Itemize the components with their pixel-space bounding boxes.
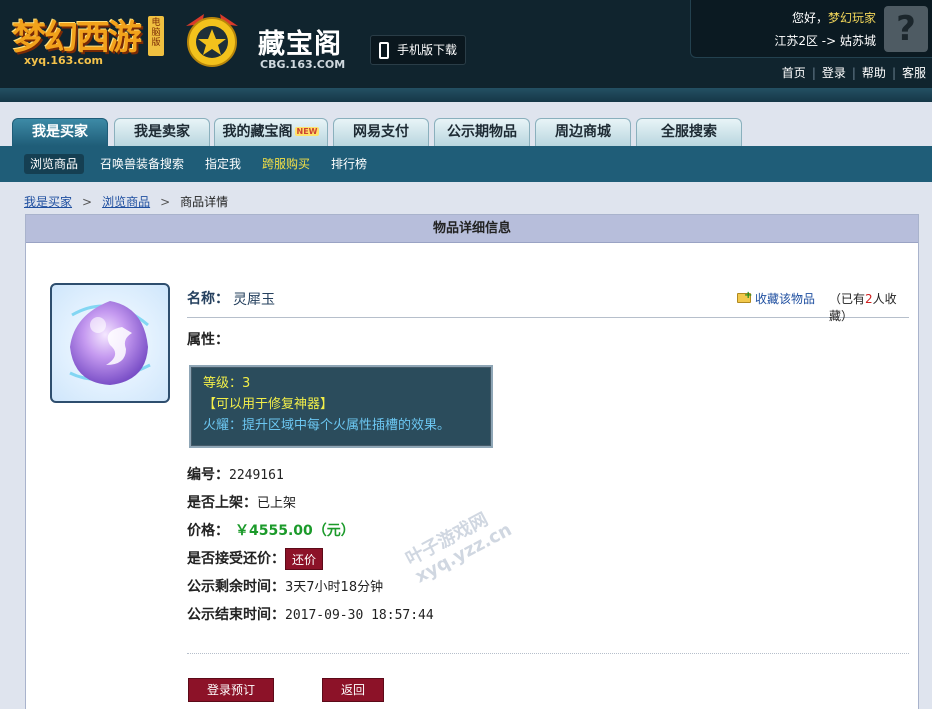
price-row: 价格： ￥4555.00（元）	[187, 520, 355, 540]
back-button[interactable]: 返回	[322, 678, 384, 702]
game-logo[interactable]: 梦幻西游 电脑版 xyq.163.com	[12, 8, 168, 70]
avatar[interactable]: ?	[884, 6, 928, 52]
price-value: ￥4555.00（元）	[235, 523, 355, 539]
tab-netease-pay[interactable]: 网易支付	[333, 118, 429, 146]
game-logo-text: 梦幻西游	[12, 18, 142, 58]
breadcrumb-current: 商品详情	[180, 195, 229, 209]
tab-my-cbg-label: 我的藏宝阁	[222, 124, 293, 140]
phone-icon	[379, 42, 389, 59]
attributes-label: 属性：	[187, 332, 229, 348]
item-name-label: 名称：	[187, 291, 229, 307]
end-time-value: 2017-09-30 18:57:44	[285, 608, 434, 623]
listed-label: 是否上架：	[187, 495, 257, 511]
greeting: 您好，梦幻玩家	[792, 9, 876, 26]
site-header: 梦幻西游 电脑版 xyq.163.com 藏宝阁 CBG.163.COM 手机版…	[0, 0, 932, 102]
subnav-assigned-to-me[interactable]: 指定我	[199, 154, 247, 174]
favorite-link-label: 收藏该物品	[755, 292, 816, 306]
remaining-time-value: 3天7小时18分钟	[285, 580, 384, 595]
mobile-download-button[interactable]: 手机版下载	[370, 35, 466, 65]
home-link[interactable]: 首页	[776, 66, 812, 80]
cbg-logo-domain: CBG.163.COM	[260, 58, 346, 71]
breadcrumb-arrow: >	[160, 195, 171, 209]
end-time-label: 公示结束时间：	[187, 607, 285, 623]
favorite-count: （已有2人收藏）	[829, 290, 909, 324]
tab-public-items[interactable]: 公示期物品	[434, 118, 530, 146]
subnav-pet-equip-search[interactable]: 召唤兽装备搜索	[94, 154, 190, 174]
login-link[interactable]: 登录	[816, 66, 852, 80]
attr-special: 【可以用于修复神器】	[203, 397, 334, 412]
item-id-value: 2249161	[229, 468, 284, 483]
service-link[interactable]: 客服	[896, 66, 932, 80]
attr-effect: 火耀：提升区域中每个火属性插槽的效果。	[203, 418, 451, 433]
sub-nav: 浏览商品 召唤兽装备搜索 指定我 跨服购买 排行榜	[0, 146, 932, 182]
favorite-count-number: 2	[865, 292, 873, 306]
user-panel: 您好，梦幻玩家 江苏2区 -> 姑苏城 ?	[690, 0, 932, 58]
favorite-folder-icon	[737, 290, 752, 303]
tab-seller[interactable]: 我是卖家	[114, 118, 210, 146]
listed-row: 是否上架：已上架	[187, 492, 296, 512]
breadcrumb: 我是买家 > 浏览商品 > 商品详情	[24, 193, 228, 210]
game-logo-badge: 电脑版	[148, 16, 164, 56]
item-name-row: 名称： 灵犀玉 收藏该物品 （已有2人收藏）	[187, 288, 909, 323]
subnav-ranking[interactable]: 排行榜	[325, 154, 373, 174]
username-link[interactable]: 梦幻玩家	[828, 11, 876, 25]
subnav-browse[interactable]: 浏览商品	[24, 154, 85, 174]
bargain-label: 是否接受还价：	[187, 551, 285, 567]
new-badge: NEW	[294, 127, 320, 136]
jade-item-icon	[69, 301, 151, 385]
top-links: 首页 | 登录 | 帮助 | 客服	[776, 64, 932, 81]
item-detail-panel: 物品详细信息 名称： 灵犀玉 收藏该物品 （已有2人收藏） 属性： 等级：3 【…	[25, 214, 919, 709]
listed-value: 已上架	[257, 496, 297, 511]
tab-global-search[interactable]: 全服搜索	[636, 118, 742, 146]
login-preorder-button[interactable]: 登录预订	[188, 678, 274, 702]
favorite-count-prefix: （已有	[829, 292, 866, 306]
bargain-row: 是否接受还价： 还价	[187, 548, 324, 570]
breadcrumb-buyer[interactable]: 我是买家	[24, 195, 72, 209]
greeting-prefix: 您好，	[791, 11, 828, 25]
end-time-row: 公示结束时间：2017-09-30 18:57:44	[187, 604, 434, 624]
subnav-cross-server[interactable]: 跨服购买	[256, 154, 316, 174]
tab-my-cbg[interactable]: 我的藏宝阁 NEW	[214, 118, 328, 146]
attr-level: 等级：3	[203, 376, 251, 391]
cbg-logo-name: 藏宝阁	[258, 29, 342, 60]
cbg-logo[interactable]: 藏宝阁 CBG.163.COM	[178, 8, 358, 71]
breadcrumb-browse[interactable]: 浏览商品	[102, 195, 150, 209]
watermark: 叶子游戏网 xyq.yzz.cn	[402, 502, 515, 587]
item-image	[50, 283, 170, 403]
game-logo-url: xyq.163.com	[24, 54, 103, 67]
tab-buyer[interactable]: 我是买家	[12, 118, 108, 146]
remaining-time-label: 公示剩余时间：	[187, 579, 285, 595]
remaining-time-row: 公示剩余时间：3天7小时18分钟	[187, 576, 383, 596]
attributes-box: 等级：3 【可以用于修复神器】 火耀：提升区域中每个火属性插槽的效果。	[189, 365, 493, 448]
header-stripe	[0, 88, 932, 102]
item-id-label: 编号：	[187, 467, 229, 483]
help-link[interactable]: 帮助	[856, 66, 892, 80]
cbg-coin-icon	[186, 14, 238, 67]
tab-merch-store[interactable]: 周边商城	[535, 118, 631, 146]
bargain-button[interactable]: 还价	[285, 548, 324, 570]
item-id-row: 编号：2249161	[187, 464, 284, 484]
divider	[187, 653, 909, 654]
price-label: 价格：	[187, 523, 229, 539]
item-name-value: 灵犀玉	[233, 292, 275, 308]
main-tabs: 我是买家 我是卖家 我的藏宝阁 NEW 网易支付 公示期物品 周边商城 全服搜索	[0, 102, 932, 146]
mobile-download-label: 手机版下载	[397, 43, 458, 57]
panel-title: 物品详细信息	[26, 215, 918, 243]
favorite-link[interactable]: 收藏该物品	[737, 290, 815, 307]
server-selector[interactable]: 江苏2区 -> 姑苏城	[774, 32, 876, 49]
breadcrumb-arrow: >	[82, 195, 93, 209]
